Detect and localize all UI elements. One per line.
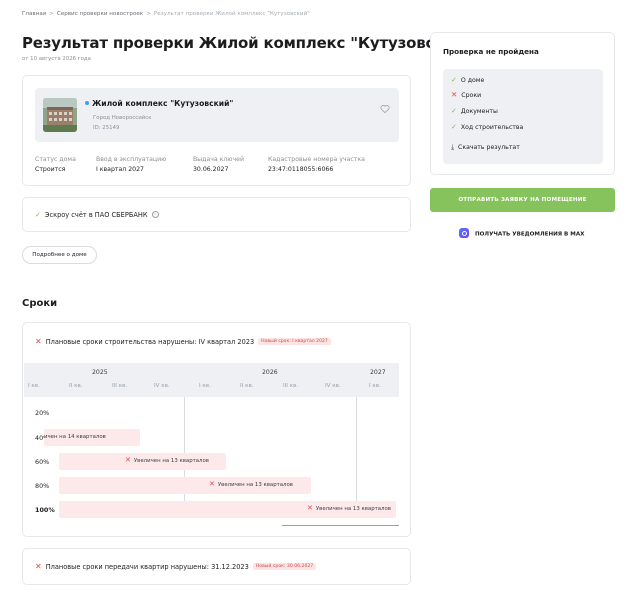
check-icon: ✓ [451, 107, 457, 115]
heart-icon[interactable] [380, 99, 390, 114]
breadcrumb: Главная > Сервис проверки новостроек > Резул… [22, 11, 310, 17]
submit-application-button[interactable]: ОТПРАВИТЬ ЗАЯВКУ НА ПОМЕЩЕНИЕ [430, 188, 615, 212]
progress-row-label: 80% [35, 482, 50, 490]
check-icon: ✓ [451, 76, 457, 84]
year-label: 2026 [262, 369, 278, 376]
max-messenger-icon [459, 228, 469, 238]
delay-bar: ✕ Увеличен на 13 кварталов [59, 453, 226, 470]
breadcrumb-separator: > [146, 11, 151, 17]
check-item-terms[interactable]: ✕ Сроки [451, 91, 481, 99]
quarter-label: III кв. [283, 383, 299, 389]
progress-row-label: 60% [35, 458, 50, 466]
section-title-terms: Сроки [22, 298, 58, 309]
quarter-label: I кв. [28, 383, 40, 389]
quarter-label: IV кв. [325, 383, 341, 389]
breadcrumb-service[interactable]: Сервис проверки новостроек [57, 11, 143, 17]
quarter-label: I кв. [199, 383, 211, 389]
house-photo [43, 98, 77, 132]
escrow-card: ✓ Эскроу счёт в ПАО СБЕРБАНК i [22, 197, 411, 232]
page-title: Результат проверки Жилой комплекс "Кутуз… [22, 34, 473, 52]
info-icon[interactable]: i [151, 210, 159, 218]
check-result-list: ✓ О доме ✕ Сроки ✓ Документы ✓ Ход строитель… [443, 69, 603, 164]
download-result-link[interactable]: ⤓ Скачать результат [451, 143, 520, 152]
year-label: 2027 [370, 369, 386, 376]
status-dot-icon [85, 101, 89, 105]
delay-text: Увеличен на 13 кварталов [133, 458, 209, 464]
quarter-label: III кв. [112, 383, 128, 389]
delay-bar: ✕ Увеличен на 13 кварталов [59, 477, 311, 494]
house-summary[interactable]: Жилой комплекс "Кутузовский" Город Новор… [35, 88, 399, 142]
delay-text: Увеличен на 13 кварталов [217, 482, 293, 488]
stat-status: Статус дома Строится [35, 156, 76, 173]
more-about-house-button[interactable]: Подробнее о доме [22, 246, 97, 264]
check-icon: ✓ [35, 211, 41, 219]
download-icon: ⤓ [451, 143, 455, 151]
stat-keys: Выдача ключей 30.06.2027 [193, 156, 244, 173]
new-deadline-badge: Новый срок: 30.06.2027 [252, 562, 317, 570]
handover-terms-status: ✕ Плановые сроки передачи квартир нарушен… [35, 562, 317, 571]
cross-icon: ✕ [35, 337, 42, 346]
handover-card: ✕ Плановые сроки передачи квартир нарушен… [22, 548, 411, 585]
check-result-card: Проверка не пройдена ✓ О доме ✕ Сроки ✓ Док… [430, 32, 615, 175]
quarter-label: II кв. [69, 383, 83, 389]
cross-icon: ✕ [209, 480, 215, 488]
house-card: Жилой комплекс "Кутузовский" Город Новор… [22, 75, 411, 186]
check-item-documents[interactable]: ✓ Документы [451, 107, 498, 115]
escrow-status: ✓ Эскроу счёт в ПАО СБЕРБАНК i [35, 210, 159, 219]
check-icon: ✓ [451, 123, 457, 131]
quarter-label: I кв. [369, 383, 381, 389]
page-date: от 10 августа 2026 года [22, 56, 91, 62]
year-divider [356, 397, 357, 517]
check-result-title: Проверка не пройдена [443, 47, 539, 56]
check-item-construction[interactable]: ✓ Ход строительства [451, 123, 523, 131]
construction-terms-status: ✕ Плановые сроки строительства нарушены: … [35, 337, 331, 346]
check-item-about[interactable]: ✓ О доме [451, 76, 484, 84]
progress-row-label: 100% [35, 506, 55, 514]
delay-bar: ✕ Увеличен на 13 кварталов [59, 501, 396, 518]
cross-icon: ✕ [451, 90, 458, 99]
year-label: 2025 [92, 369, 108, 376]
timeline-header: 2025 2026 2027 I кв. II кв. III кв. IV к… [24, 363, 399, 397]
breadcrumb-current: Результат проверки Жилой комплекс "Кутуз… [153, 11, 310, 17]
terms-card: ✕ Плановые сроки строительства нарушены: … [22, 322, 411, 537]
cross-icon: ✕ [307, 504, 313, 512]
cross-icon: ✕ [35, 562, 42, 571]
house-city: Город Новороссийск [93, 115, 152, 121]
delay-text: Увеличен на 13 кварталов [315, 506, 391, 512]
cross-icon: ✕ [125, 456, 131, 464]
breadcrumb-home[interactable]: Главная [22, 11, 46, 17]
stat-commissioning: Ввод в эксплуатацию I квартал 2027 [96, 156, 167, 173]
house-id: ID: 25149 [93, 125, 120, 131]
progress-row-label: 20% [35, 409, 50, 417]
stat-cadastral: Кадастровые номера участка 23:47:0118055:… [268, 156, 365, 173]
new-deadline-badge: Новый срок: I квартал 2027 [258, 337, 331, 345]
breadcrumb-separator: > [49, 11, 54, 17]
delay-text: величен на 14 кварталов [44, 434, 106, 440]
quarter-label: IV кв. [154, 383, 170, 389]
delay-bar: величен на 14 кварталов [44, 429, 140, 446]
notify-max-link[interactable]: ПОЛУЧАТЬ УВЕДОМЛЕНИЯ В MAX [459, 228, 584, 239]
quarter-label: II кв. [240, 383, 254, 389]
timeline-track [282, 525, 399, 526]
house-name: Жилой комплекс "Кутузовский" [85, 99, 233, 108]
